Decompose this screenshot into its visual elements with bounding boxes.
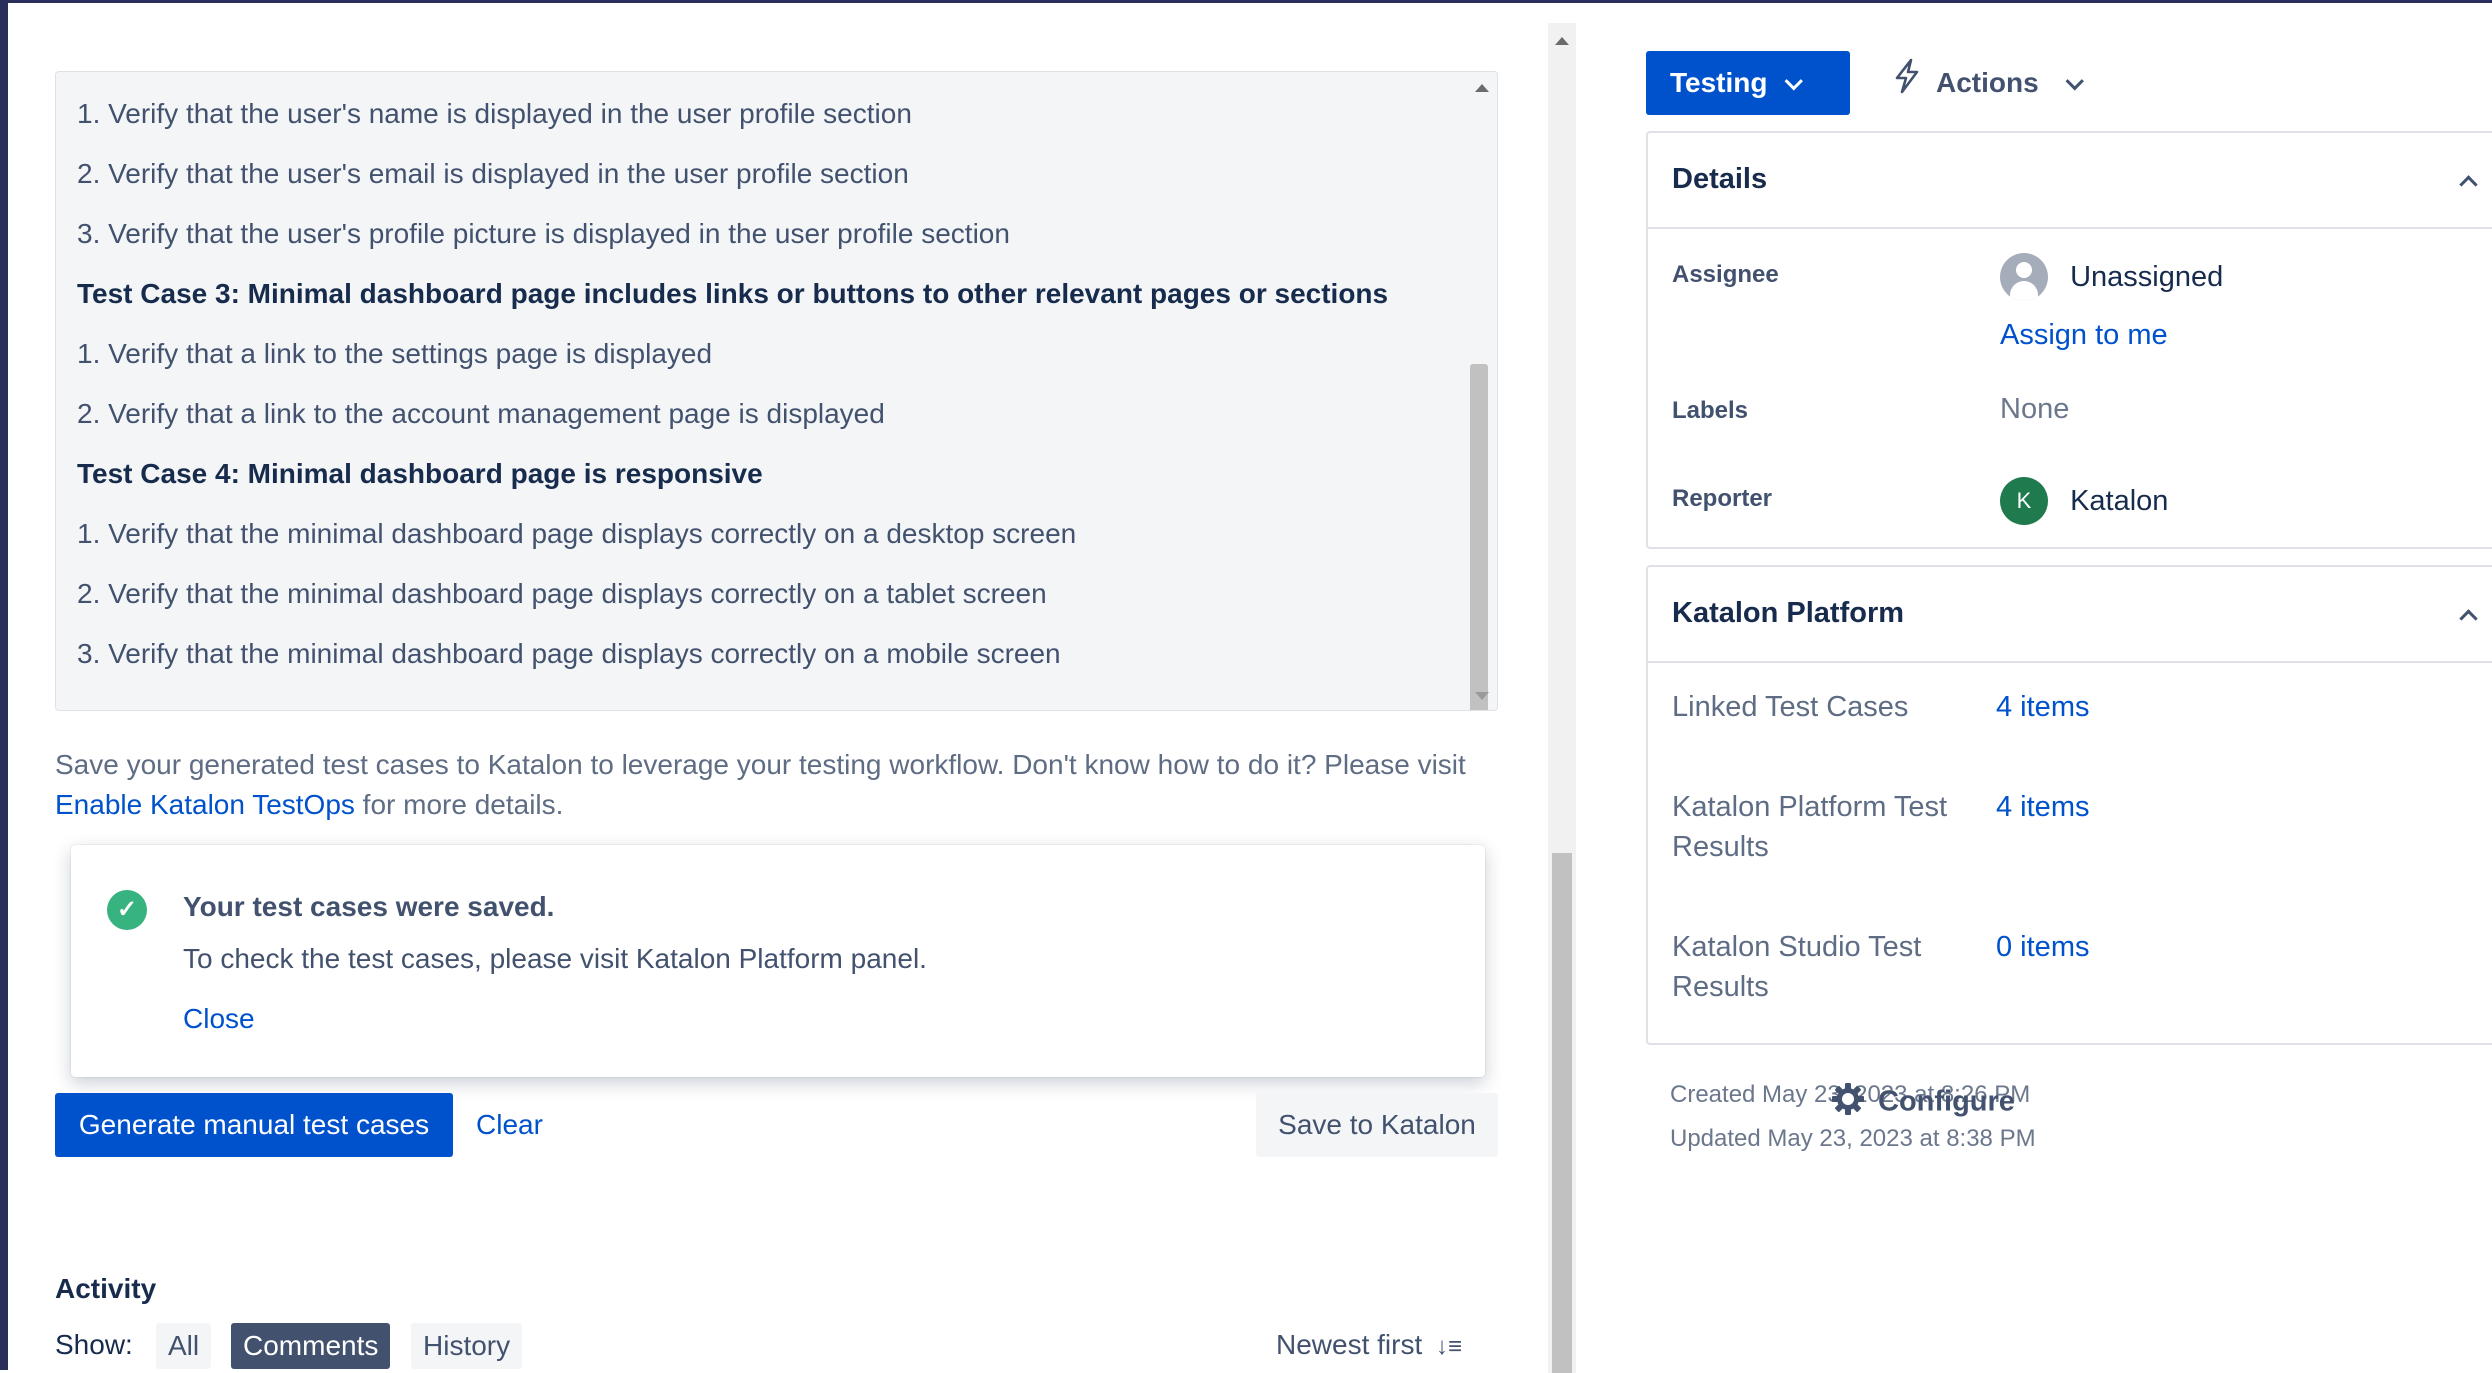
test-cases-textarea[interactable]: 1. Verify that the user's name is displa… xyxy=(55,71,1498,711)
scroll-down-arrow-icon[interactable] xyxy=(1475,692,1489,700)
test-step-line: 3. Verify that the minimal dashboard pag… xyxy=(77,638,1061,669)
collapse-platform-icon[interactable] xyxy=(2459,609,2478,628)
reporter-value[interactable]: K Katalon xyxy=(2000,477,2168,525)
studio-test-results-link[interactable]: 0 items xyxy=(1996,931,2089,964)
lightning-icon xyxy=(1892,53,1922,117)
sort-label: Newest first xyxy=(1276,1329,1423,1360)
actions-label: Actions xyxy=(1936,67,2039,98)
linked-test-cases-link[interactable]: 4 items xyxy=(1996,691,2089,724)
generate-test-cases-button[interactable]: Generate manual test cases xyxy=(55,1093,453,1157)
flag-title: Your test cases were saved. xyxy=(183,891,555,922)
unassigned-avatar-icon xyxy=(2000,253,2048,301)
details-title: Details xyxy=(1672,163,1768,195)
help-text-suffix: for more details. xyxy=(354,789,564,820)
katalon-platform-panel: Katalon Platform Linked Test Cases 4 ite… xyxy=(1646,565,2492,1045)
divider xyxy=(1648,227,2492,229)
help-text: Save your generated test cases to Katalo… xyxy=(55,749,1466,780)
chevron-down-icon xyxy=(1785,72,1804,91)
test-step-line: 1. Verify that the user's name is displa… xyxy=(77,98,912,129)
show-label: Show: xyxy=(55,1329,133,1360)
avatar: K xyxy=(2000,477,2048,525)
collapse-details-icon[interactable] xyxy=(2459,175,2478,194)
success-flag: ✓ Your test cases were saved. To check t… xyxy=(71,845,1485,1077)
test-case-heading: Test Case 4: Minimal dashboard page is r… xyxy=(77,458,763,489)
test-step-line: 2. Verify that the minimal dashboard pag… xyxy=(77,578,1047,609)
test-step-line: 3. Verify that the user's profile pictur… xyxy=(77,218,1010,249)
activity-heading: Activity xyxy=(55,1273,157,1304)
updated-timestamp: Updated May 23, 2023 at 8:38 PM xyxy=(1670,1125,2036,1152)
platform-test-results-label: Katalon Platform Test Results xyxy=(1672,791,1948,863)
filter-all[interactable]: All xyxy=(156,1323,212,1369)
flag-description: To check the test cases, please visit Ka… xyxy=(183,943,927,974)
divider xyxy=(1648,661,2492,663)
flag-close-button[interactable]: Close xyxy=(183,1003,255,1035)
labels-label: Labels xyxy=(1672,397,1749,424)
details-panel: Details Assignee Unassigned Assign to me… xyxy=(1646,131,2492,549)
studio-test-results-label: Katalon Studio Test Results xyxy=(1672,931,1922,1003)
test-step-line: 1. Verify that a link to the settings pa… xyxy=(77,338,713,369)
reporter-name: Katalon xyxy=(2070,484,2169,517)
linked-test-cases-label: Linked Test Cases xyxy=(1672,691,1909,723)
clear-button[interactable]: Clear xyxy=(476,1093,543,1157)
filter-history[interactable]: History xyxy=(411,1323,523,1369)
gear-icon xyxy=(1830,1081,1866,1125)
success-check-icon: ✓ xyxy=(107,890,147,930)
main-scroll-up-icon[interactable] xyxy=(1555,37,1569,45)
status-label: Testing xyxy=(1670,67,1768,98)
save-to-katalon-button[interactable]: Save to Katalon xyxy=(1256,1093,1498,1157)
assignee-name: Unassigned xyxy=(2070,260,2224,293)
test-step-line: 2. Verify that the user's email is displ… xyxy=(77,158,909,189)
test-case-heading: Test Case 3: Minimal dashboard page incl… xyxy=(77,278,1389,309)
labels-value[interactable]: None xyxy=(2000,393,2069,426)
save-help-text: Save your generated test cases to Katalo… xyxy=(55,745,1515,825)
platform-test-results-link[interactable]: 4 items xyxy=(1996,791,2089,824)
status-button[interactable]: Testing xyxy=(1646,51,1850,115)
test-step-line: 1. Verify that the minimal dashboard pag… xyxy=(77,518,1077,549)
textarea-scrollbar-thumb[interactable] xyxy=(1470,364,1488,710)
test-step-line: 2. Verify that a link to the account man… xyxy=(77,398,885,429)
katalon-platform-title: Katalon Platform xyxy=(1672,597,1905,629)
reporter-label: Reporter xyxy=(1672,485,1773,512)
sort-icon: ↓≡ xyxy=(1436,1333,1463,1360)
scroll-up-arrow-icon[interactable] xyxy=(1475,84,1489,92)
filter-comments[interactable]: Comments xyxy=(231,1323,391,1369)
enable-testops-link[interactable]: Enable Katalon TestOps xyxy=(55,789,355,820)
assign-to-me-link[interactable]: Assign to me xyxy=(2000,319,2168,352)
configure-button[interactable]: Configure xyxy=(1830,1081,2015,1125)
assignee-label: Assignee xyxy=(1672,261,1779,288)
sort-newest-first-button[interactable]: Newest first ↓≡ xyxy=(1276,1329,1462,1361)
assignee-value[interactable]: Unassigned xyxy=(2000,253,2223,301)
actions-button[interactable]: Actions xyxy=(1892,51,2085,117)
configure-label: Configure xyxy=(1878,1085,2015,1118)
main-scrollbar-thumb[interactable] xyxy=(1552,853,1572,1373)
chevron-down-icon xyxy=(2066,72,2085,91)
